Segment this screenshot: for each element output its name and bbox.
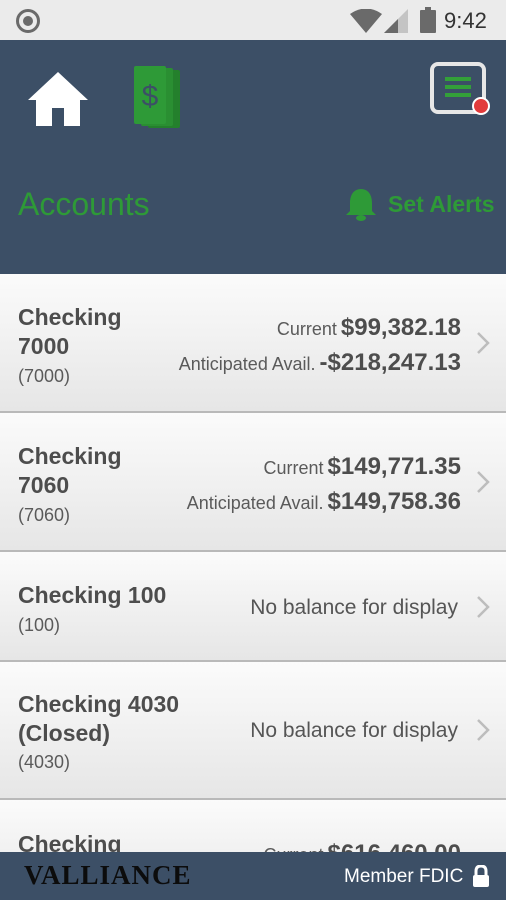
current-balance: Current $149,771.35 bbox=[264, 453, 462, 481]
current-label: Current bbox=[276, 319, 337, 339]
account-number: (7060) bbox=[18, 505, 71, 525]
account-number: (100) bbox=[18, 615, 61, 635]
account-row[interactable]: Checking 7060 (7060) Current $149,771.35… bbox=[0, 413, 506, 552]
account-name-line: 7060 bbox=[18, 472, 70, 498]
set-alerts-button[interactable]: Set Alerts bbox=[344, 187, 495, 221]
wifi-icon bbox=[350, 9, 382, 33]
fdic-label: Member FDIC bbox=[344, 866, 464, 887]
chevron-right-icon bbox=[477, 332, 490, 354]
account-name-line: 7000 bbox=[18, 333, 70, 359]
anticipated-label: Anticipated Avail. bbox=[178, 354, 316, 374]
set-alerts-label: Set Alerts bbox=[388, 190, 495, 217]
home-icon[interactable] bbox=[26, 70, 90, 128]
anticipated-value: $149,758.36 bbox=[327, 488, 461, 515]
anticipated-value: -$218,247.13 bbox=[319, 349, 461, 376]
no-balance-text: No balance for display bbox=[250, 719, 458, 742]
battery-icon bbox=[420, 7, 436, 33]
brand-logo: VALLIANCE bbox=[24, 860, 192, 890]
account-name-line: Checking bbox=[18, 443, 122, 469]
no-balance-text: No balance for display bbox=[250, 596, 458, 619]
bell-icon bbox=[346, 189, 376, 221]
page-title: Accounts bbox=[18, 186, 150, 222]
current-label: Current bbox=[263, 458, 324, 478]
lock-icon bbox=[473, 865, 489, 887]
chevron-right-icon bbox=[477, 596, 490, 618]
account-name: Checking 4030 (Closed) bbox=[18, 690, 179, 748]
app-header: $ Accounts Set Alerts bbox=[0, 40, 506, 274]
anticipated-balance: Anticipated Avail. -$218,247.13 bbox=[179, 349, 461, 377]
account-name: Checking 100 bbox=[18, 582, 167, 608]
current-value: $99,382.18 bbox=[340, 314, 461, 341]
money-icon[interactable]: $ bbox=[132, 64, 182, 130]
account-row[interactable]: Checking 7000 (7000) Current $99,382.18 … bbox=[0, 274, 506, 413]
account-row[interactable]: Checking 4030 (Closed) (4030) No balance… bbox=[0, 662, 506, 800]
anticipated-balance: Anticipated Avail. $149,758.36 bbox=[187, 488, 461, 516]
current-value: $149,771.35 bbox=[327, 453, 461, 480]
chevron-right-icon bbox=[477, 471, 490, 493]
status-time: 9:42 bbox=[444, 8, 487, 33]
anticipated-label: Anticipated Avail. bbox=[186, 493, 324, 513]
account-row[interactable]: Checking 100 (100) No balance for displa… bbox=[0, 552, 506, 662]
account-name: Checking 7060 bbox=[18, 442, 122, 500]
account-name-line: Checking 4030 bbox=[18, 691, 180, 717]
account-name: Checking 7000 bbox=[18, 303, 122, 361]
signal-icon bbox=[384, 9, 408, 33]
current-balance: Current $99,382.18 bbox=[277, 314, 461, 342]
chevron-right-icon bbox=[477, 719, 490, 741]
notification-circle-icon bbox=[16, 9, 40, 33]
notification-dot bbox=[472, 97, 490, 115]
footer-bar: VALLIANCE Member FDIC bbox=[0, 852, 506, 900]
account-name-line: Checking bbox=[18, 304, 122, 330]
status-bar: 9:42 bbox=[0, 0, 506, 40]
svg-text:$: $ bbox=[142, 80, 159, 113]
account-number: (7000) bbox=[18, 366, 71, 386]
account-name-line: (Closed) bbox=[18, 720, 110, 746]
account-number: (4030) bbox=[18, 752, 71, 772]
